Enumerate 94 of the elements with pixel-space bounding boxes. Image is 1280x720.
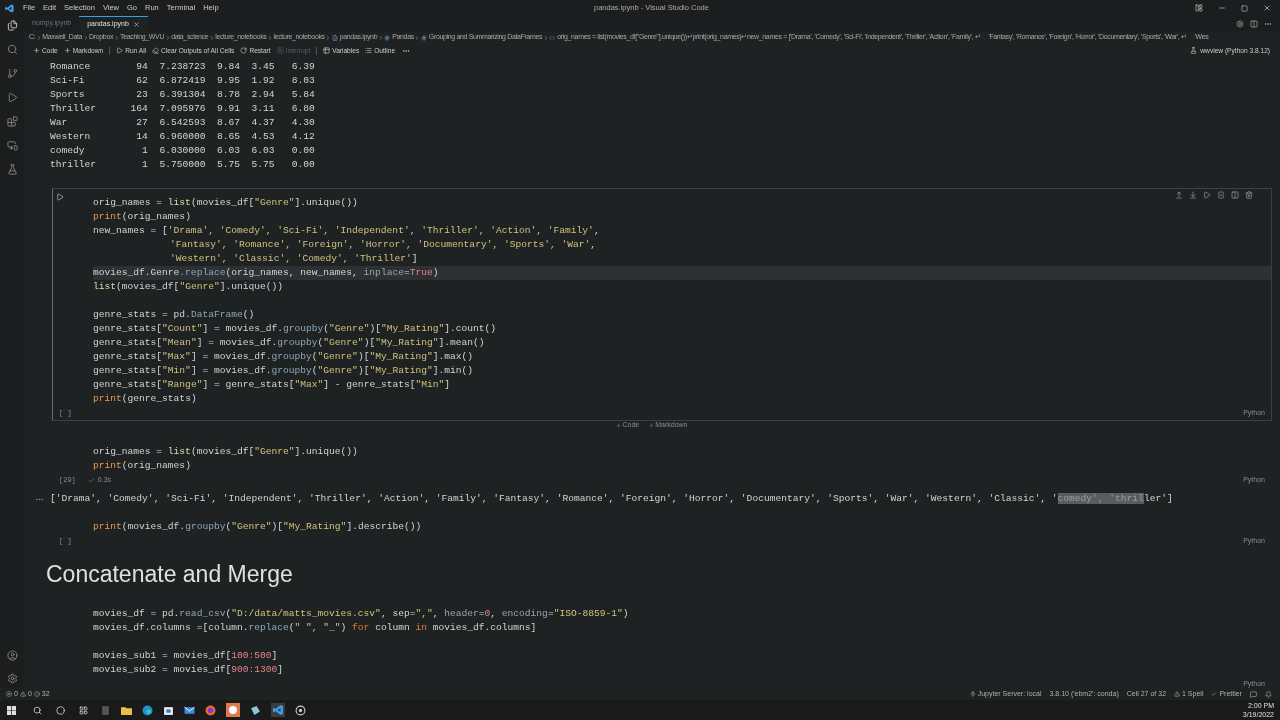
code-line: genre_stats = pd.DataFrame() (93, 308, 256, 322)
code-line: movies_sub2 = movies_df[900:1300] (93, 663, 284, 677)
check-icon (87, 476, 95, 484)
close-icon[interactable] (1263, 4, 1271, 12)
settings-icon[interactable] (6, 673, 18, 684)
layout-icon[interactable] (1195, 4, 1203, 12)
eraser-icon (152, 47, 160, 54)
chevron-icon (325, 34, 332, 41)
warning-icon (19, 691, 26, 697)
chevron-icon (208, 34, 215, 41)
feedback-icon[interactable] (1250, 690, 1257, 698)
code-line: genre_stats["Range"] = genre_stats["Max"] - genre_stats["Min"] (93, 378, 451, 392)
files-icon[interactable] (6, 20, 18, 31)
table-output: Romance 94 7.238723 9.84 3.45 6.39 Sci-Fi 62 6.872419 9.95 1.92 8.03 Sports 23 6.391304 8.78 2.94 5.84 Thriller 164 7.095976 9.91 3.11 6.80 War 27 6.542593 8.67 4.37 4.30 Western 14 6.960000 8.65 4.53 4.12 comedy 1 6.030000 6.03 6.03 0.00 thriller 1 5.750000 5.75 5.75 0.00 (49, 60, 316, 172)
minimize-icon[interactable] (1218, 4, 1226, 12)
folder-icon[interactable] (121, 704, 132, 716)
monitor-icon[interactable] (6, 140, 18, 151)
chevron-icon (542, 34, 549, 41)
code-line: list(movies_df["Genre"].unique()) (93, 280, 285, 294)
flask-icon[interactable] (6, 164, 18, 175)
bell-icon[interactable] (1265, 690, 1272, 698)
kernel-icon (1190, 47, 1198, 54)
error-icon (6, 691, 12, 697)
plug-icon (969, 691, 976, 697)
cell-toolbar-icon[interactable] (1203, 191, 1211, 199)
code-line: movies_df.columns =[column.replace(" ", "_") for column in movies_df.columns] (93, 621, 538, 635)
plus-icon (616, 423, 622, 428)
store-icon[interactable] (163, 704, 174, 716)
settings-icon[interactable] (1236, 19, 1244, 28)
code-line: 'Fantasy', 'Romance', 'Foreign', 'Horror', 'Documentary', 'Sports', 'War', (169, 238, 598, 252)
play-icon (116, 47, 124, 54)
plus-icon (649, 423, 655, 428)
app-logo-icon (5, 3, 14, 13)
file-icon (331, 34, 338, 41)
chevron-icon (82, 34, 89, 41)
chevron-icon (164, 34, 171, 41)
play-icon[interactable] (6, 92, 18, 103)
cell-toolbar-icon[interactable] (1175, 191, 1183, 199)
code-editor-icon[interactable] (271, 703, 285, 717)
extensions-icon[interactable] (6, 116, 18, 127)
windows-logo-icon[interactable] (7, 705, 16, 715)
app-icon[interactable] (250, 704, 261, 716)
restart-icon (240, 47, 248, 54)
code-line: new_names = ['Drama', 'Comedy', 'Sci-Fi', 'Independent', 'Thriller', 'Action', 'Family', (93, 224, 601, 238)
hash-icon (420, 34, 427, 41)
search-icon[interactable] (6, 44, 18, 55)
chevron-icon (414, 34, 421, 41)
search-icon[interactable] (33, 705, 42, 715)
code-icon (549, 34, 556, 41)
cell-toolbar-icon[interactable] (1217, 191, 1225, 199)
chevron-icon (266, 34, 273, 41)
chevron-icon (35, 34, 42, 41)
code-line: print(genre_stats) (93, 392, 198, 406)
code-line: print(movies_df.groupby("Genre")["My_Rating"].describe()) (93, 520, 423, 534)
output-text: ['Drama', 'Comedy', 'Sci-Fi', 'Independent', 'Thriller', 'Action', 'Family', 'Fantasy', 'Romance', 'Foreign', 'Horror', 'Documentary', 'Sports', 'War', 'Western', 'Classic', 'comedy', 'thriller'] (50, 491, 1173, 506)
hash-icon (384, 34, 391, 41)
stop-icon (276, 47, 284, 54)
browser-icon[interactable] (205, 704, 216, 716)
app-icon[interactable] (295, 704, 306, 716)
code-line: orig_names = list(movies_df["Genre"].unique()) (93, 445, 359, 459)
close-tab-icon[interactable] (132, 20, 140, 28)
split-editor-icon[interactable] (1250, 19, 1258, 28)
list-icon (365, 47, 373, 54)
branch-icon[interactable] (6, 68, 18, 79)
browser-icon[interactable] (142, 704, 153, 716)
chevron-icon (113, 34, 120, 41)
mail-icon[interactable] (184, 704, 195, 716)
code-line: 'Western', 'Classic', 'Comedy', 'Thriller'] (169, 252, 419, 266)
run-cell-icon[interactable] (56, 193, 64, 201)
plus-icon (63, 47, 71, 54)
chevron-icon (377, 34, 384, 41)
cell-toolbar-icon[interactable] (1189, 191, 1197, 199)
task-view-icon[interactable] (79, 705, 88, 715)
plus-icon (33, 47, 40, 54)
code-line: genre_stats["Count"] = movies_df.groupby("Genre")["My_Rating"].count() (93, 322, 498, 336)
code-line: genre_stats["Max"] = movies_df.groupby("Genre")["My_Rating"].max() (93, 350, 475, 364)
circle-icon[interactable] (56, 705, 65, 715)
code-line: print(orig_names) (93, 210, 192, 224)
cell-toolbar-icon[interactable] (1231, 191, 1239, 199)
code-line: orig_names = list(movies_df["Genre"].unique()) (93, 196, 359, 210)
code-cell[interactable] (52, 188, 1272, 421)
cell-toolbar-icon[interactable] (1245, 191, 1253, 199)
table-icon (323, 47, 331, 54)
account-icon[interactable] (6, 650, 18, 661)
code-line: movies_sub1 = movies_df[100:500] (93, 649, 279, 663)
maximize-icon[interactable] (1241, 4, 1248, 12)
code-line: print(orig_names) (93, 459, 192, 473)
warning-icon (1174, 691, 1181, 697)
check-icon (1211, 691, 1218, 697)
code-line: movies_df = pd.read_csv("D:/data/matts_movies.csv", sep=",", header=0, encoding="ISO-8859-1") (93, 607, 630, 621)
code-line: genre_stats["Mean"] = movies_df.groupby("Genre")["My_Rating"].mean() (93, 336, 486, 350)
markdown-heading: Concatenate and Merge (46, 559, 293, 589)
info-icon (33, 691, 40, 697)
code-line: genre_stats["Min"] = movies_df.groupby("Genre")["My_Rating"].min() (93, 364, 475, 378)
